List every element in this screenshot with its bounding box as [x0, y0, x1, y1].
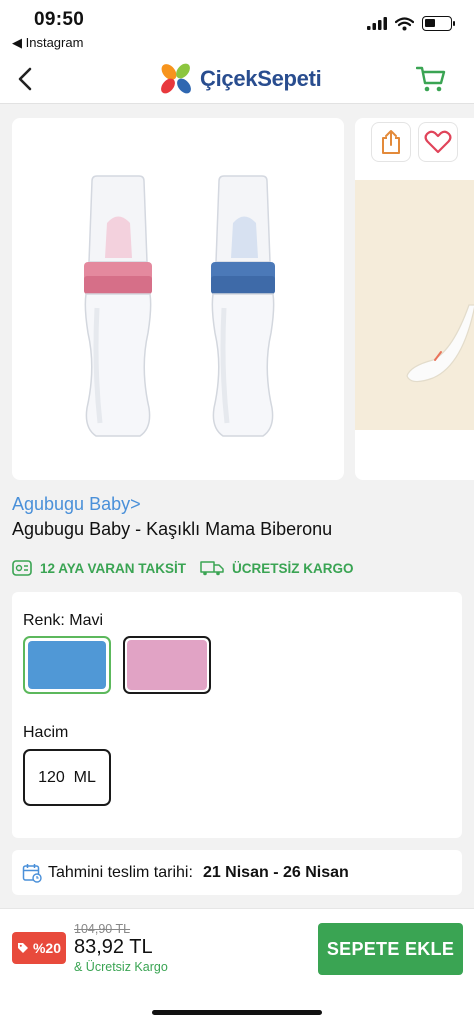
next-product-image[interactable] [355, 118, 474, 480]
delivery-label: Tahmini teslim tarihi: [48, 863, 193, 881]
status-time: 09:50 [34, 9, 85, 30]
ciceksepeti-logo[interactable]: ÇiçekSepeti [158, 62, 322, 96]
discount-badge: %20 [12, 932, 66, 964]
delivery-dates: 21 Nisan - 26 Nisan [202, 863, 349, 881]
app-header: ÇiçekSepeti [0, 56, 474, 104]
status-bar: 09:50 ◀ Instagram [0, 0, 474, 56]
status-icons [367, 16, 455, 31]
price-tag-icon [17, 943, 28, 953]
back-to-instagram-link[interactable]: ◀ Instagram [12, 35, 83, 51]
perk-free-shipping: ÜCRETSİZ KARGO [200, 560, 354, 576]
product-image[interactable] [12, 118, 344, 480]
flower-logo-icon [161, 63, 191, 94]
installment-icon [12, 560, 32, 576]
cart-icon [416, 66, 446, 92]
chevron-left-icon [18, 67, 32, 91]
product-photo [84, 175, 275, 437]
purchase-bar: %20 104,90 TL 83,92 TL & Ücretsiz Kargo … [0, 908, 474, 1024]
cart-button[interactable] [414, 62, 448, 96]
perks-row: 12 AYA VARAN TAKSİT ÜCRETSİZ KARGO [12, 560, 368, 576]
heart-icon [424, 130, 452, 154]
brand-link[interactable]: Agubugu Baby> [12, 494, 141, 515]
perk-installment-label: 12 AYA VARAN TAKSİT [40, 560, 187, 576]
color-swatch-pink-fill [127, 640, 207, 690]
perk-free-shipping-label: ÜCRETSİZ KARGO [232, 560, 354, 576]
favorite-button[interactable] [418, 122, 458, 162]
discount-value: %20 [32, 940, 62, 956]
color-label: Renk: Mavi [23, 612, 104, 629]
back-button[interactable] [8, 62, 42, 96]
free-shipping-note: & Ücretsiz Kargo [74, 960, 168, 974]
product-title: Agubugu Baby - Kaşıklı Mama Biberonu [12, 519, 333, 539]
new-price: 83,92 TL [74, 936, 153, 958]
next-image-background [355, 180, 474, 430]
wifi-icon [395, 16, 414, 30]
battery-icon [422, 16, 455, 31]
spoon-photo [406, 304, 474, 383]
color-swatch-pink[interactable] [123, 636, 211, 694]
share-button[interactable] [371, 122, 411, 162]
volume-label: Hacim [23, 724, 69, 741]
truck-icon [200, 561, 224, 576]
cellular-signal-icon [367, 17, 387, 30]
perk-installment: 12 AYA VARAN TAKSİT [12, 560, 186, 576]
logo-text: ÇiçekSepeti [200, 66, 322, 91]
calendar-icon [22, 863, 42, 883]
share-icon [382, 130, 400, 154]
color-swatch-blue-fill [28, 641, 106, 689]
options-card: Renk: Mavi Hacim 120 ML [12, 592, 462, 838]
color-swatch-blue[interactable] [23, 636, 111, 694]
volume-option-120ml[interactable]: 120 ML [23, 749, 111, 806]
add-to-cart-button[interactable]: SEPETE EKLE [318, 923, 463, 975]
old-price: 104,90 TL [74, 922, 131, 936]
delivery-estimate: Tahmini teslim tarihi: 21 Nisan - 26 Nis… [12, 850, 462, 895]
home-indicator[interactable] [152, 1010, 322, 1015]
